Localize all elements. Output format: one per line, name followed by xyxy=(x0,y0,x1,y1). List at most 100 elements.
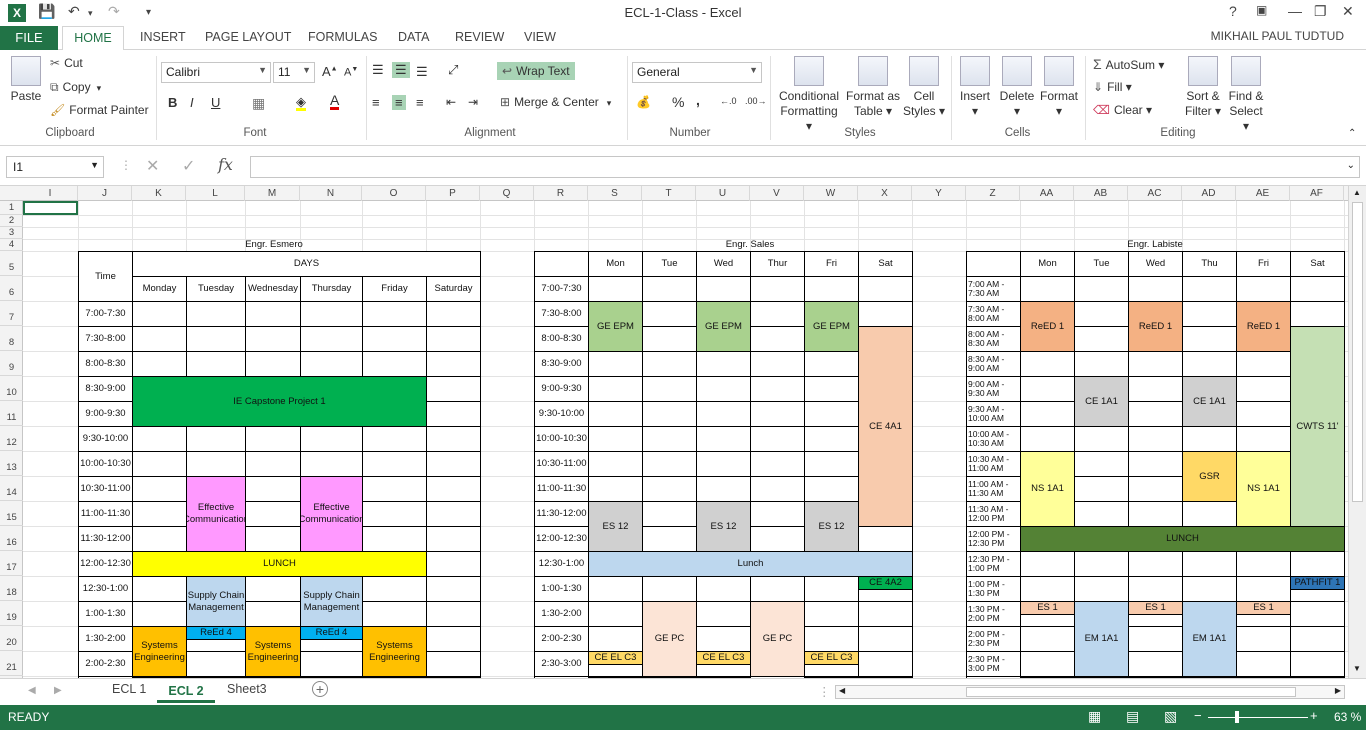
time-slot[interactable]: 1:30-2:00 xyxy=(534,601,589,627)
empty-slot[interactable] xyxy=(362,326,427,352)
empty-slot[interactable] xyxy=(588,601,643,627)
sort-filter-button[interactable]: Sort & Filter ▾ xyxy=(1182,56,1224,119)
empty-slot[interactable] xyxy=(1236,426,1291,452)
time-slot[interactable]: 10:30 AM - 11:00 AM xyxy=(966,451,1021,477)
empty-slot[interactable] xyxy=(300,426,363,452)
empty-slot[interactable] xyxy=(804,276,859,302)
empty-slot[interactable] xyxy=(300,326,363,352)
empty-slot[interactable] xyxy=(1182,426,1237,452)
empty-slot[interactable] xyxy=(1236,401,1291,427)
class-block[interactable]: EM 1A1 xyxy=(1182,601,1237,677)
time-slot[interactable]: 12:00-12:30 xyxy=(534,526,589,552)
empty-slot[interactable] xyxy=(642,351,697,377)
empty-slot[interactable] xyxy=(588,426,643,452)
empty-slot[interactable] xyxy=(1020,576,1075,602)
empty-slot[interactable] xyxy=(1128,451,1183,477)
empty-slot[interactable] xyxy=(1290,601,1345,627)
empty-slot[interactable] xyxy=(750,501,805,527)
class-block[interactable]: ReEd 4 xyxy=(186,626,246,640)
time-slot[interactable]: 10:00-10:30 xyxy=(534,426,589,452)
borders-icon[interactable]: ▦ xyxy=(252,95,265,112)
class-block[interactable]: CE EL C3 xyxy=(696,651,751,665)
font-name-select[interactable]: Calibri ▼ xyxy=(161,62,271,83)
tab-home[interactable]: HOME xyxy=(62,26,124,51)
empty-slot[interactable] xyxy=(588,451,643,477)
day-header[interactable]: Fri xyxy=(804,251,859,277)
empty-slot[interactable] xyxy=(1020,376,1075,402)
align-right-icon[interactable]: ≡ xyxy=(416,95,424,110)
time-slot[interactable]: 8:30-9:00 xyxy=(78,376,133,402)
time-slot[interactable]: 11:30-12:00 xyxy=(534,501,589,527)
prev-sheet-icon[interactable]: ◀ xyxy=(28,685,36,696)
number-format-select[interactable]: General ▼ xyxy=(632,62,762,83)
day-header[interactable]: Tuesday xyxy=(186,276,246,302)
tab-file[interactable]: FILE xyxy=(0,26,58,50)
zoom-in-button[interactable]: + xyxy=(1310,708,1318,723)
class-block[interactable]: CE EL C3 xyxy=(804,651,859,665)
empty-slot[interactable] xyxy=(588,351,643,377)
empty-slot[interactable] xyxy=(245,526,301,552)
class-block[interactable]: ES 12 xyxy=(588,501,643,552)
formula-input[interactable]: ⌄ xyxy=(250,156,1360,178)
empty-slot[interactable] xyxy=(362,451,427,477)
time-slot[interactable]: 8:00-8:30 xyxy=(534,326,589,352)
empty-slot[interactable] xyxy=(186,351,246,377)
empty-slot[interactable] xyxy=(132,601,187,627)
class-block[interactable]: CE 4A1 xyxy=(858,326,913,527)
day-header[interactable]: Sat xyxy=(1290,251,1345,277)
empty-slot[interactable] xyxy=(426,351,481,377)
empty-slot[interactable] xyxy=(1290,626,1345,652)
empty-slot[interactable] xyxy=(245,426,301,452)
empty-slot[interactable] xyxy=(1182,301,1237,327)
empty-slot[interactable] xyxy=(588,401,643,427)
time-slot[interactable]: 9:00-9:30 xyxy=(78,401,133,427)
horizontal-scrollbar[interactable]: ◀ ▶ xyxy=(835,685,1345,699)
normal-view-icon[interactable]: ▦ xyxy=(1088,708,1101,725)
empty-slot[interactable] xyxy=(804,576,859,602)
empty-slot[interactable] xyxy=(1290,651,1345,677)
empty-slot[interactable] xyxy=(362,426,427,452)
empty-slot[interactable] xyxy=(132,576,187,602)
empty-slot[interactable] xyxy=(1290,301,1345,327)
class-block[interactable]: ES 1 xyxy=(1236,601,1291,615)
empty-slot[interactable] xyxy=(642,576,697,602)
empty-slot[interactable] xyxy=(642,526,697,552)
class-block[interactable]: ES 1 xyxy=(1020,601,1075,615)
scroll-up-icon[interactable]: ▲ xyxy=(1353,188,1361,197)
empty-slot[interactable] xyxy=(1128,426,1183,452)
empty-slot[interactable] xyxy=(804,351,859,377)
empty-slot[interactable] xyxy=(696,601,751,627)
tab-review[interactable]: REVIEW xyxy=(455,30,504,44)
empty-slot[interactable] xyxy=(1020,551,1075,577)
empty-slot[interactable] xyxy=(750,301,805,327)
decrease-decimal-icon[interactable]: .00→ xyxy=(745,96,767,106)
empty-slot[interactable] xyxy=(426,551,481,577)
time-header[interactable]: Time xyxy=(78,251,133,302)
empty-slot[interactable] xyxy=(696,476,751,502)
tab-page-layout[interactable]: PAGE LAYOUT xyxy=(205,30,291,44)
empty-slot[interactable] xyxy=(362,601,427,627)
clear-button[interactable]: ⌫ Clear ▾ xyxy=(1093,103,1152,117)
scroll-down-icon[interactable]: ▼ xyxy=(1353,664,1361,673)
empty-slot[interactable] xyxy=(132,351,187,377)
empty-slot[interactable] xyxy=(750,476,805,502)
scroll-left-icon[interactable]: ◀ xyxy=(839,686,845,695)
empty-slot[interactable] xyxy=(245,601,301,627)
empty-slot[interactable] xyxy=(642,376,697,402)
empty-slot[interactable] xyxy=(696,576,751,602)
align-top-icon[interactable]: ☰ xyxy=(372,62,384,78)
empty-slot[interactable] xyxy=(186,451,246,477)
class-block[interactable]: GE PC xyxy=(750,601,805,677)
time-slot[interactable]: 1:00 PM - 1:30 PM xyxy=(966,576,1021,602)
lunch-block[interactable]: LUNCH xyxy=(1020,526,1345,552)
increase-decimal-icon[interactable]: ←.0 xyxy=(720,96,737,106)
empty-slot[interactable] xyxy=(186,326,246,352)
empty-slot[interactable] xyxy=(426,426,481,452)
empty-slot[interactable] xyxy=(1182,576,1237,602)
class-block[interactable]: GE PC xyxy=(642,601,697,677)
empty-slot[interactable] xyxy=(1128,276,1183,302)
orientation-icon[interactable]: ⤢ xyxy=(448,62,458,78)
page-break-view-icon[interactable]: ▧ xyxy=(1164,708,1177,725)
add-sheet-icon[interactable]: + xyxy=(312,681,328,697)
time-slot[interactable]: 7:00-7:30 xyxy=(78,301,133,327)
